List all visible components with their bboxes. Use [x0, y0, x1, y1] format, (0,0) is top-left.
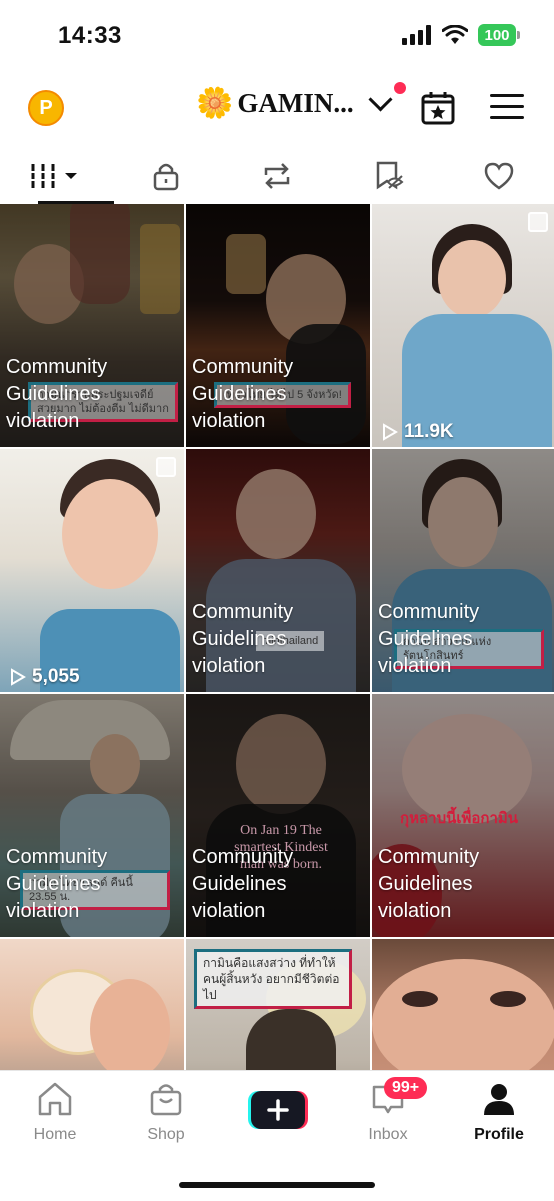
violation-label: Community Guidelines violation — [192, 846, 294, 922]
create-button[interactable] — [248, 1091, 308, 1129]
violation-label: Community Guidelines violation — [6, 356, 108, 432]
lock-icon — [153, 163, 179, 191]
play-icon — [11, 668, 26, 686]
person-icon — [484, 1084, 514, 1115]
nav-home-label: Home — [33, 1126, 77, 1143]
multi-photo-icon — [528, 212, 548, 232]
status-icons: 100 — [402, 24, 520, 46]
multi-photo-icon — [156, 457, 176, 477]
bookmark-hidden-icon — [376, 161, 404, 190]
menu-icon[interactable] — [490, 94, 524, 120]
account-name: GAMIN... — [237, 88, 354, 118]
view-count: 11.9K — [382, 421, 454, 443]
wifi-icon — [442, 25, 468, 44]
notification-dot — [394, 82, 406, 94]
nav-home[interactable]: Home — [10, 1081, 100, 1144]
nav-shop-label: Shop — [147, 1126, 185, 1143]
video-tile[interactable]: กามินกราบพระปฐมเจดีย์ สวยมาก ไม่ต้องตีม … — [0, 204, 184, 447]
account-switcher[interactable]: 🌼 GAMIN... — [196, 85, 393, 121]
top-navigation: P 🌼 GAMIN... — [0, 78, 554, 138]
tab-saved[interactable] — [332, 148, 443, 204]
video-tile[interactable]: เที่ยวไทย ได้ไป 5 จังหวัด! Community Guid… — [186, 204, 370, 447]
violation-label: Community Guidelines violation — [6, 846, 108, 922]
video-tile[interactable]: 11.9K — [372, 204, 554, 447]
repost-icon — [264, 163, 290, 189]
nav-inbox-label: Inbox — [368, 1126, 408, 1143]
profile-tabs — [0, 148, 554, 204]
battery-indicator: 100 — [478, 24, 520, 46]
tab-reposts[interactable] — [222, 148, 333, 204]
violation-label: Community Guidelines violation — [378, 601, 480, 677]
video-tile[interactable]: 5,055 — [0, 449, 184, 692]
video-tile[interactable] — [372, 939, 554, 1070]
tab-videos[interactable] — [0, 148, 114, 204]
chevron-down-icon — [368, 87, 393, 112]
inbox-badge: 99+ — [384, 1077, 428, 1099]
shopping-bag-icon — [150, 1084, 182, 1116]
video-caption: กามินคือแสงสว่าง ที่ทำให้คนผู้สิ้นหวัง อ… — [194, 949, 352, 1009]
video-tile[interactable]: กามิน ไทยแลนด์ คืนนี้ 23.55 น. Community… — [0, 694, 184, 937]
grid-filter-icon — [29, 164, 78, 188]
video-tile[interactable] — [0, 939, 184, 1070]
video-tile[interactable]: กามิน สาวงามแห่งรัตนโกสินทร์ Community Gu… — [372, 449, 554, 692]
flower-icon: 🌼 — [196, 85, 234, 121]
nav-profile[interactable]: Profile — [454, 1081, 544, 1144]
view-count: 5,055 — [10, 666, 80, 688]
play-icon — [383, 423, 398, 441]
video-tile[interactable]: On Jan 19 The smartest Kindest man was b… — [186, 694, 370, 937]
nav-profile-label: Profile — [474, 1126, 524, 1143]
video-caption: กุหลาบนี้เพื่อกามิน — [400, 810, 519, 827]
coins-button[interactable]: P — [28, 90, 64, 126]
violation-label: Community Guidelines violation — [192, 601, 294, 677]
home-icon — [38, 1082, 72, 1116]
violation-label: Community Guidelines violation — [192, 356, 294, 432]
nav-shop[interactable]: Shop — [121, 1081, 211, 1144]
video-tile[interactable]: กามินคือแสงสว่าง ที่ทำให้คนผู้สิ้นหวัง อ… — [186, 939, 370, 1070]
tab-liked[interactable] — [443, 148, 554, 204]
calendar-star-icon[interactable] — [420, 90, 456, 126]
video-tile[interactable]: กุหลาบนี้เพื่อกามิน Community Guidelines v… — [372, 694, 554, 937]
home-indicator — [179, 1182, 375, 1188]
heart-icon — [484, 162, 513, 190]
tab-private[interactable] — [111, 148, 222, 204]
status-time: 14:33 — [58, 22, 122, 49]
video-grid: กามินกราบพระปฐมเจดีย์ สวยมาก ไม่ต้องตีม … — [0, 204, 554, 1070]
violation-label: Community Guidelines violation — [378, 846, 480, 922]
status-bar: 14:33 100 — [0, 0, 554, 72]
signal-icon — [402, 25, 431, 45]
video-tile[interactable]: minthailand Community Guidelines violation — [186, 449, 370, 692]
